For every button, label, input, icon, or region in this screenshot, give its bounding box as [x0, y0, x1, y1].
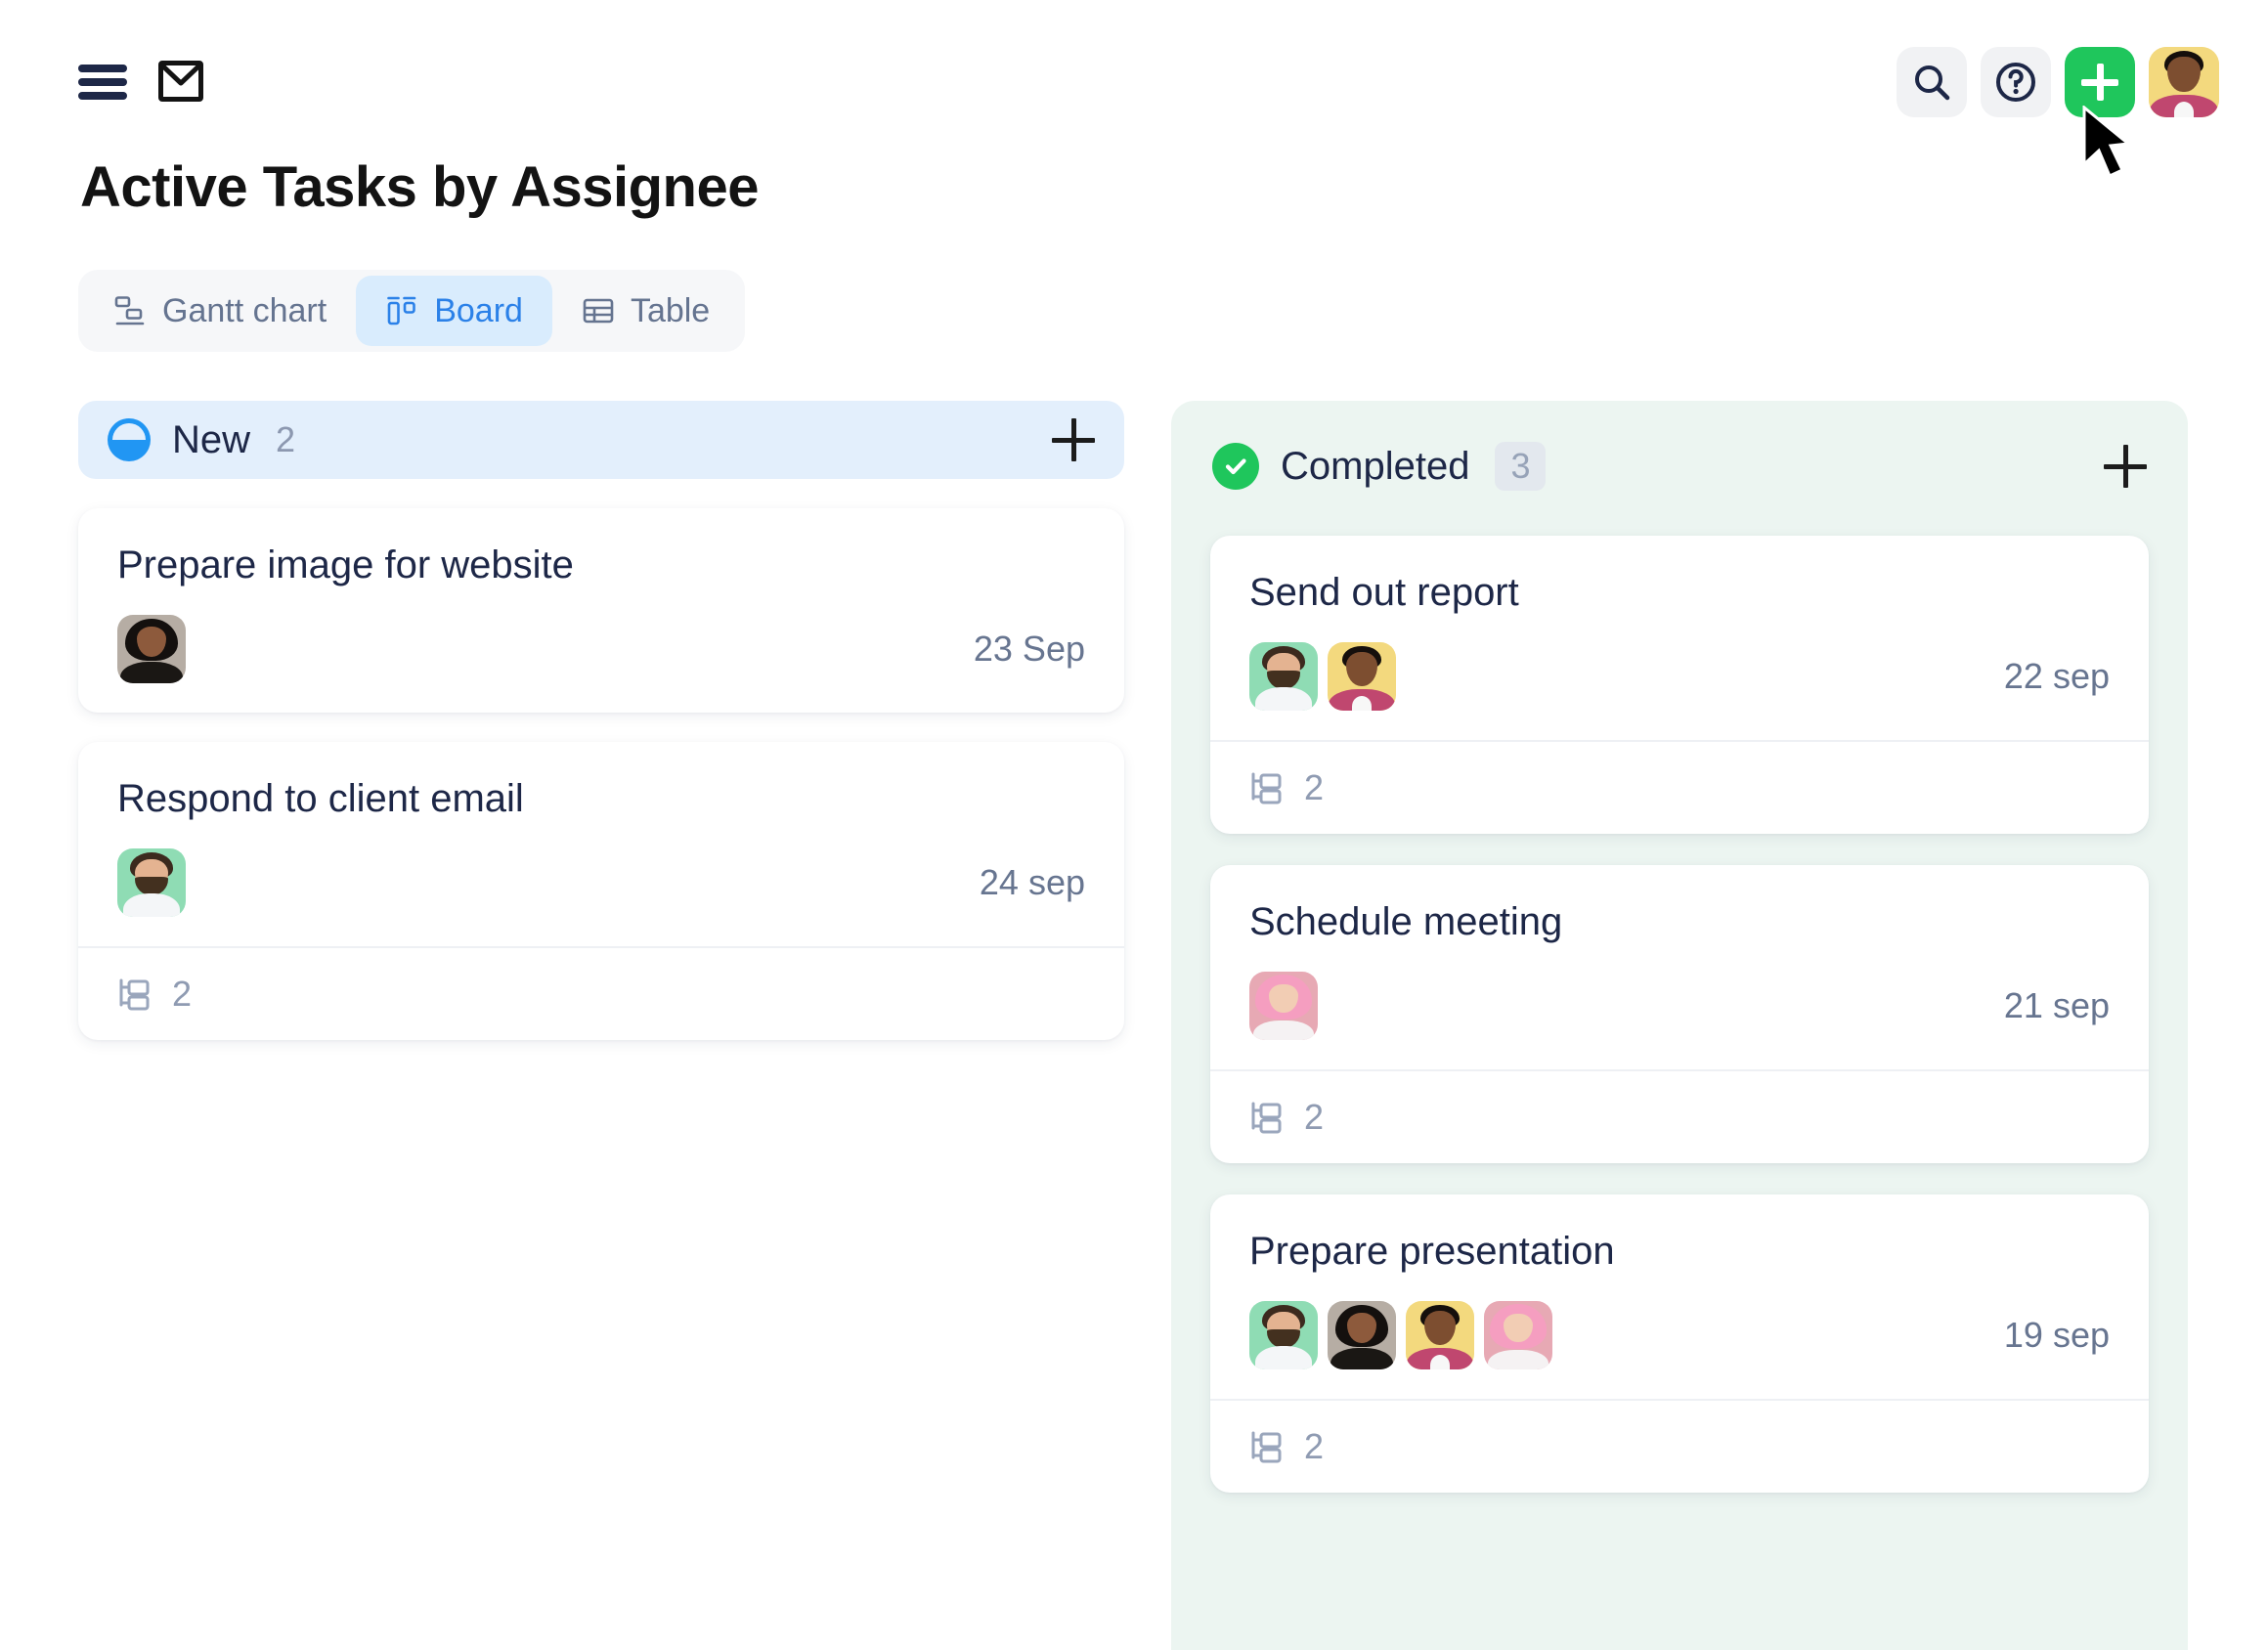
task-meta-row: 21 sep [1249, 972, 2110, 1040]
table-grid-icon [583, 298, 614, 324]
subtask-hierarchy-icon [119, 978, 150, 1011]
avatar[interactable] [1484, 1301, 1552, 1369]
column-header-completed[interactable]: Completed 3 [1171, 422, 2188, 510]
avatar[interactable] [1406, 1301, 1474, 1369]
hamburger-line [78, 65, 127, 72]
column-title: Completed [1281, 444, 1470, 488]
task-title: Prepare presentation [1249, 1230, 1615, 1273]
task-card-body: Respond to client email 24 sep [78, 742, 1124, 946]
top-bar [0, 0, 2268, 147]
assignee-list [1249, 972, 1318, 1040]
avatar[interactable] [1249, 642, 1318, 711]
task-title: Send out report [1249, 571, 1519, 614]
assignee-list [1249, 642, 1396, 711]
task-card[interactable]: Prepare image for website 23 Sep [78, 508, 1124, 713]
task-card-body: Send out report 22 sep [1210, 536, 2149, 740]
avatar[interactable] [117, 615, 186, 683]
subtask-count: 2 [172, 974, 193, 1014]
subtask-count: 2 [1304, 1426, 1325, 1466]
add-task-button-new[interactable] [1052, 418, 1095, 461]
card-list-completed: Send out report 22 sep 2 Schedule meetin… [1171, 536, 2188, 1493]
task-card-body: Schedule meeting 21 sep [1210, 865, 2149, 1069]
task-due-date: 24 sep [979, 862, 1085, 902]
board-kanban-icon [387, 296, 416, 326]
half-filled-circle-icon [108, 418, 151, 461]
task-title: Respond to client email [117, 777, 524, 820]
task-card[interactable]: Schedule meeting 21 sep 2 [1210, 865, 2149, 1163]
subtask-hierarchy-icon [1251, 1102, 1282, 1134]
assignee-list [1249, 1301, 1552, 1369]
task-subtask-row[interactable]: 2 [78, 946, 1124, 1040]
column-header-new[interactable]: New 2 [78, 401, 1124, 479]
avatar[interactable] [1249, 972, 1318, 1040]
mail-icon[interactable] [158, 61, 203, 102]
hamburger-menu-icon[interactable] [78, 65, 127, 100]
avatar[interactable] [2149, 47, 2219, 117]
subtask-hierarchy-icon [1251, 1431, 1282, 1463]
view-tabs: Gantt chart Board Table [78, 270, 746, 352]
top-bar-actions [1897, 47, 2219, 117]
task-due-date: 19 sep [2003, 1315, 2110, 1355]
tab-label: Table [630, 291, 711, 329]
plus-icon-vertical [2096, 64, 2104, 101]
tab-label: Gantt chart [162, 291, 327, 329]
task-card-body: Prepare presentation 19 sep [1210, 1194, 2149, 1399]
task-due-date: 22 sep [2003, 656, 2110, 696]
avatar[interactable] [1328, 1301, 1396, 1369]
task-title: Prepare image for website [117, 543, 574, 586]
column-count: 2 [276, 419, 296, 459]
assignee-list [117, 615, 186, 683]
task-subtask-row[interactable]: 2 [1210, 1069, 2149, 1163]
task-card-body: Prepare image for website 23 Sep [78, 508, 1124, 713]
task-subtask-row[interactable]: 2 [1210, 1399, 2149, 1493]
task-board-app: Active Tasks by Assignee Gantt chart Boa… [0, 0, 2268, 1650]
subtask-count: 2 [1304, 767, 1325, 807]
task-card[interactable]: Prepare presentation 19 sep 2 [1210, 1194, 2149, 1493]
tab-gantt-chart[interactable]: Gantt chart [84, 276, 356, 346]
page-title: Active Tasks by Assignee [80, 155, 760, 219]
add-task-button-completed[interactable] [2104, 445, 2147, 488]
task-subtask-row[interactable]: 2 [1210, 740, 2149, 834]
board-column-completed: Completed 3 Send out report 22 sep 2 Sch… [1171, 401, 2188, 1650]
avatar[interactable] [1249, 1301, 1318, 1369]
task-meta-row: 23 Sep [117, 615, 1085, 683]
card-list-new: Prepare image for website 23 Sep Respond… [78, 508, 1124, 1040]
column-count: 3 [1495, 442, 1547, 491]
task-card[interactable]: Send out report 22 sep 2 [1210, 536, 2149, 834]
help-button[interactable] [1981, 47, 2051, 117]
tab-board[interactable]: Board [356, 276, 552, 346]
board-column-new: New 2 Prepare image for website 23 Sep R… [78, 401, 1124, 1040]
task-due-date: 23 Sep [973, 629, 1085, 669]
tab-label: Board [434, 291, 523, 329]
hamburger-line [78, 78, 127, 86]
task-meta-row: 19 sep [1249, 1301, 2110, 1369]
task-title: Schedule meeting [1249, 900, 1563, 943]
task-meta-row: 24 sep [117, 848, 1085, 917]
column-title: New [172, 417, 251, 461]
task-due-date: 21 sep [2003, 985, 2110, 1025]
add-button[interactable] [2065, 47, 2135, 117]
avatar[interactable] [1328, 642, 1396, 711]
task-meta-row: 22 sep [1249, 642, 2110, 711]
assignee-list [117, 848, 186, 917]
hamburger-line [78, 92, 127, 100]
subtask-count: 2 [1304, 1097, 1325, 1137]
gantt-chart-icon [114, 296, 145, 326]
kanban-board: New 2 Prepare image for website 23 Sep R… [0, 401, 2268, 1650]
search-icon [1915, 65, 1950, 101]
avatar[interactable] [117, 848, 186, 917]
help-question-icon [1996, 63, 2035, 102]
task-card[interactable]: Respond to client email 24 sep 2 [78, 742, 1124, 1040]
search-button[interactable] [1897, 47, 1967, 117]
check-circle-icon [1212, 443, 1259, 490]
tab-table[interactable]: Table [552, 276, 739, 346]
subtask-hierarchy-icon [1251, 772, 1282, 804]
